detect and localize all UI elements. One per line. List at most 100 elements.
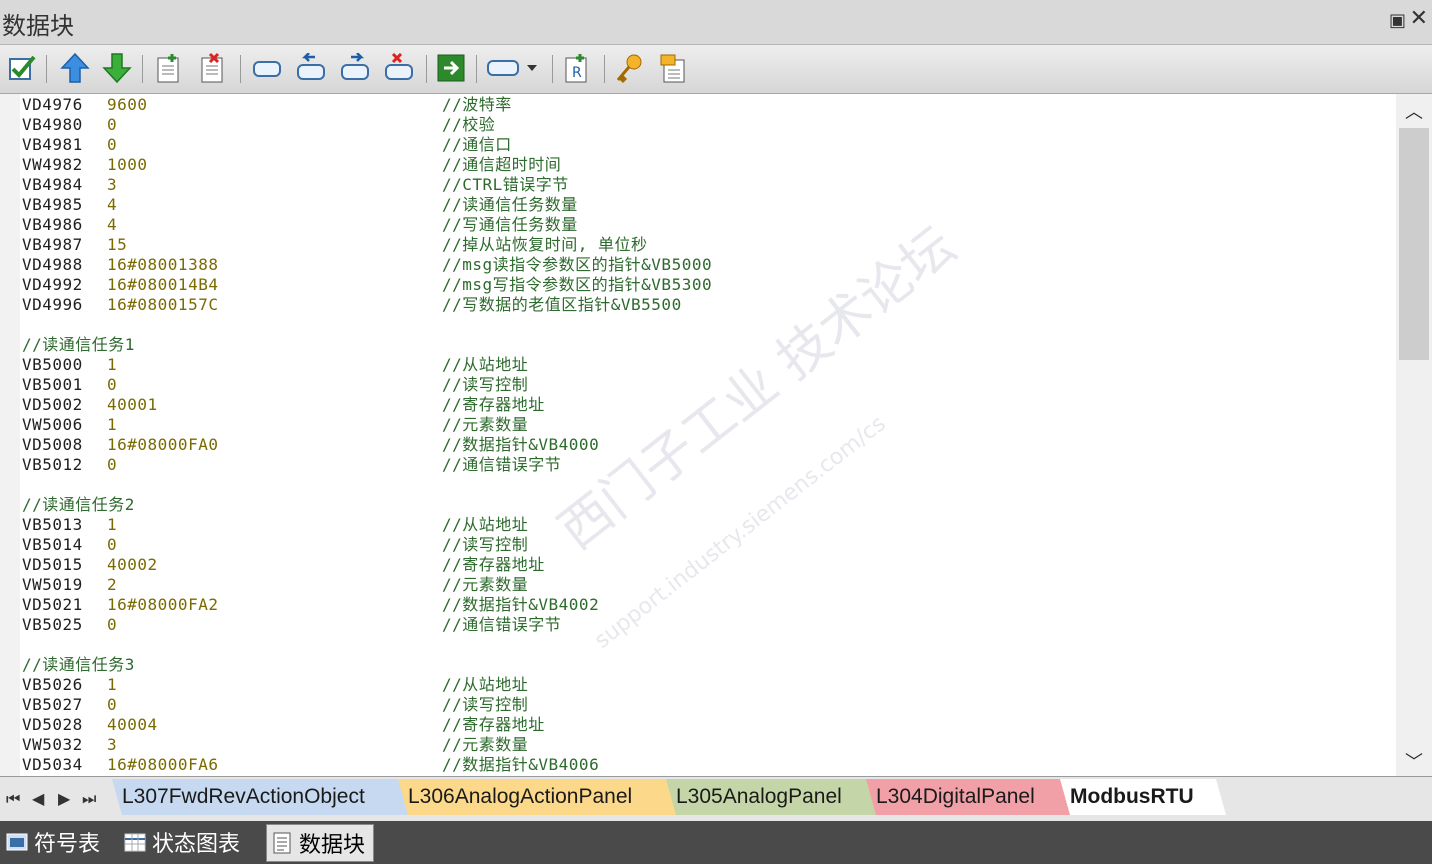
tab-l307[interactable]: L307FwdRevActionObject (112, 779, 414, 815)
scroll-thumb[interactable] (1399, 128, 1429, 360)
address: VB4987 (22, 235, 83, 254)
next-tab-icon[interactable]: ▶ (58, 789, 70, 808)
code-line: VW5019 2 //元素数量 (22, 575, 1392, 595)
comment: //从站地址 (442, 675, 529, 694)
value: 40001 (107, 395, 158, 414)
toolbar: R (0, 45, 1432, 94)
value: 0 (107, 115, 118, 134)
value: 16#08000FA0 (107, 435, 219, 454)
arrow-down-icon[interactable] (100, 51, 134, 85)
address: VB5025 (22, 615, 83, 634)
tab-status-chart[interactable]: 状态图表 (120, 824, 240, 860)
tab-modbusrtu[interactable]: ModbusRTU (1060, 779, 1226, 815)
vertical-scrollbar[interactable]: ︿ ﹀ (1396, 94, 1432, 776)
block-dropdown-icon[interactable] (486, 51, 520, 85)
code-line: VB4980 0 //校验 (22, 115, 1392, 135)
value: 0 (107, 375, 118, 394)
undo-icon[interactable] (294, 51, 328, 85)
comment: //通信错误字节 (442, 615, 562, 634)
address: VD5028 (22, 715, 83, 734)
value: 0 (107, 615, 118, 634)
value: 1 (107, 675, 118, 694)
section-comment: //读通信任务1 (22, 335, 135, 354)
tab-data-block[interactable]: 数据块 (266, 824, 375, 862)
prev-tab-icon[interactable]: ◀ (32, 789, 44, 808)
redo-icon[interactable] (338, 51, 372, 85)
value: 9600 (107, 95, 148, 114)
comment: //读写控制 (442, 375, 529, 394)
code-line: VD4988 16#08001388 //msg读指令参数区的指针&VB5000 (22, 255, 1392, 275)
code-line: VD5034 16#08000FA6 //数据指针&VB4006 (22, 755, 1392, 775)
tab-symbol-table[interactable]: 符号表 (2, 824, 100, 860)
section-comment: //读通信任务2 (22, 495, 135, 514)
code-editor[interactable]: VD4976 9600//波特率 VB4980 0//校验 VB4981 0//通信口 VW… (0, 94, 1396, 776)
comment: //波特率 (442, 95, 512, 114)
value: 40002 (107, 555, 158, 574)
code-line: VB4986 4 //写通信任务数量 (22, 215, 1392, 235)
scroll-down-icon[interactable]: ﹀ (1396, 746, 1432, 776)
value: 3 (107, 735, 118, 754)
address: VB5001 (22, 375, 83, 394)
code-line: VB5026 1 //从站地址 (22, 675, 1392, 695)
tab-bar: ⏮ ◀ ▶ ⏭ L307FwdRevActionObject L306Analo… (0, 776, 1432, 821)
value: 0 (107, 535, 118, 554)
code-line: //读通信任务3 (22, 655, 1392, 675)
pin-icon[interactable]: ▣ (1389, 10, 1406, 31)
comment: //掉从站恢复时间, 单位秒 (442, 235, 648, 254)
key-icon[interactable] (612, 51, 646, 85)
scroll-up-icon[interactable]: ︿ (1396, 96, 1432, 126)
address: VW5006 (22, 415, 83, 434)
comment: //通信超时时间 (442, 155, 562, 174)
properties-icon[interactable] (656, 51, 690, 85)
insert-page-icon[interactable] (152, 51, 186, 85)
dropdown-arrow-icon[interactable] (522, 51, 542, 85)
code-line: VB4985 4 //读通信任务数量 (22, 195, 1392, 215)
tab-l306[interactable]: L306AnalogActionPanel (398, 779, 682, 815)
address: VB5000 (22, 355, 83, 374)
section-comment: //读通信任务3 (22, 655, 135, 674)
value: 16#08001388 (107, 255, 219, 274)
address: VB4980 (22, 115, 83, 134)
close-icon[interactable]: ✕ (1410, 6, 1428, 31)
comment: //元素数量 (442, 415, 529, 434)
value: 2 (107, 575, 118, 594)
address: VW5019 (22, 575, 83, 594)
go-icon[interactable] (434, 51, 468, 85)
arrow-up-icon[interactable] (58, 51, 92, 85)
status-chart-icon (124, 833, 146, 852)
last-tab-icon[interactable]: ⏭ (82, 789, 96, 809)
value: 16#080014B4 (107, 275, 219, 294)
tab-l304[interactable]: L304DigitalPanel (866, 779, 1076, 815)
check-icon[interactable] (5, 51, 39, 85)
address: VD5015 (22, 555, 83, 574)
value: 0 (107, 135, 118, 154)
value: 3 (107, 175, 118, 194)
code-line: VB4987 15 //掉从站恢复时间, 单位秒 (22, 235, 1392, 255)
value: 1 (107, 515, 118, 534)
title-bar: 数据块 ▣ ✕ (0, 0, 1432, 45)
code-line: VD4996 16#0800157C //写数据的老值区指针&VB5500 (22, 295, 1392, 315)
tab-l305[interactable]: L305AnalogPanel (666, 779, 882, 815)
address: VB5014 (22, 535, 83, 554)
first-tab-icon[interactable]: ⏮ (6, 789, 20, 809)
delete-page-icon[interactable] (196, 51, 230, 85)
comment: //msg读指令参数区的指针&VB5000 (442, 255, 713, 274)
svg-text:R: R (572, 65, 582, 81)
address: VB5026 (22, 675, 83, 694)
value: 4 (107, 215, 118, 234)
value: 15 (107, 235, 128, 254)
comment: //读写控制 (442, 535, 529, 554)
address: VD4976 (22, 95, 83, 114)
address: VD5002 (22, 395, 83, 414)
address: VD4992 (22, 275, 83, 294)
comment: //通信错误字节 (442, 455, 562, 474)
insert-r-icon[interactable]: R (560, 51, 594, 85)
comment: //从站地址 (442, 515, 529, 534)
editor-gutter (0, 94, 20, 776)
rounded-rect-icon[interactable] (250, 51, 284, 85)
comment: //写数据的老值区指针&VB5500 (442, 295, 682, 314)
comment: //通信口 (442, 135, 512, 154)
address: VB5012 (22, 455, 83, 474)
bottom-view-bar: 符号表 状态图表 数据块 (0, 821, 1432, 864)
clear-icon[interactable] (382, 51, 416, 85)
